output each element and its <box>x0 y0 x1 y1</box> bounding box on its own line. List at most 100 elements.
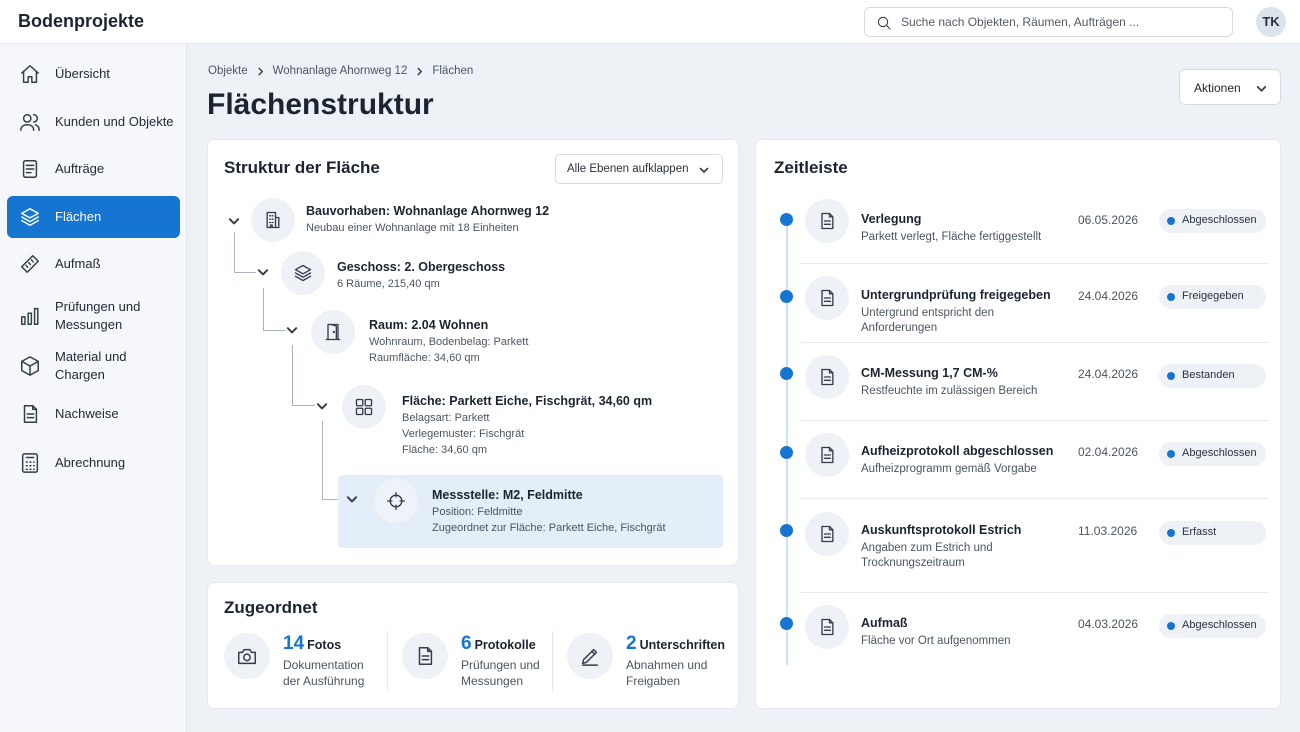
search-input[interactable] <box>901 8 1226 36</box>
tree-node-messstelle[interactable]: Messstelle: M2, Feldmitte Position: Feld… <box>432 487 666 536</box>
divider <box>801 263 1269 264</box>
timeline-item-desc: Parkett verlegt, Fläche fertiggestellt <box>861 231 1042 243</box>
timeline-icon <box>805 605 849 649</box>
structure-card: Struktur der Fläche Alle Ebenen aufklapp… <box>207 139 739 566</box>
timeline-item-desc: Aufheizprogramm gemäß Vorgabe <box>861 463 1037 475</box>
timeline-item-date: 24.04.2026 <box>1078 367 1139 381</box>
tree-node-geschoss[interactable]: Geschoss: 2. Obergeschoss 6 Räume, 215,4… <box>337 259 505 292</box>
ruler-icon <box>21 255 39 273</box>
stat-number: 14 <box>283 633 305 654</box>
stat-description: Abnahmen und Freigaben <box>626 658 708 688</box>
tree-line <box>234 232 235 272</box>
stat-headline: 2 Unterschriften <box>626 633 725 655</box>
breadcrumb: Objekte Wohnanlage Ahornweg 12 Flächen <box>208 65 473 77</box>
tree-node-bauvorhaben[interactable]: Bauvorhaben: Wohnanlage Ahornweg 12 Neub… <box>306 203 549 236</box>
node-detail: Raumfläche: 34,60 qm <box>369 352 480 364</box>
sidebar-item-material[interactable]: Material und Chargen <box>7 345 180 387</box>
tree-node-flaeche[interactable]: Fläche: Parkett Eiche, Fischgrät, 34,60 … <box>402 393 652 458</box>
timeline-item-desc: Fläche vor Ort aufgenommen <box>861 635 1011 647</box>
divider <box>801 592 1269 593</box>
actions-button[interactable]: Aktionen <box>1179 69 1281 105</box>
node-title: Bauvorhaben: Wohnanlage Ahornweg 12 <box>306 204 550 218</box>
search-icon <box>877 16 891 30</box>
document-icon <box>821 525 834 543</box>
chevron-down-icon[interactable] <box>257 266 269 278</box>
status-badge: Bestanden <box>1159 364 1266 388</box>
sidebar-item-label: Nachweise <box>55 406 119 421</box>
home-icon <box>21 65 39 83</box>
chevron-down-icon <box>1256 85 1267 92</box>
chevron-down-icon[interactable] <box>346 493 358 505</box>
chevron-right-icon <box>258 67 263 75</box>
sidebar-item-flaechen[interactable]: Flächen <box>7 196 180 238</box>
node-icon-bauvorhaben <box>251 198 295 242</box>
document-icon <box>821 212 834 230</box>
document-icon <box>821 446 834 464</box>
timeline-icon <box>805 433 849 477</box>
stat-headline: 14 Fotos <box>283 633 341 655</box>
document-icon <box>821 618 834 636</box>
document-icon <box>418 647 433 665</box>
status-badge: Freigegeben <box>1159 285 1266 309</box>
sidebar-item-label: Flächen <box>55 209 102 224</box>
calculator-icon <box>21 453 39 473</box>
sidebar-item-label: Aufmaß <box>55 256 101 271</box>
sidebar-item-label: Prüfungen und Messungen <box>55 299 141 332</box>
stat-number: 6 <box>461 633 472 654</box>
file-check-icon <box>23 405 38 423</box>
node-title: Geschoss: 2. Obergeschoss <box>337 260 506 274</box>
box-icon <box>21 356 39 376</box>
timeline-icon <box>805 276 849 320</box>
stat-number: 2 <box>626 633 637 654</box>
timeline-item-desc: Angaben zum Estrich und Trocknungszeitra… <box>861 542 993 569</box>
chevron-down-icon[interactable] <box>316 400 328 412</box>
timeline-card: Zeitleiste Verlegung Parkett verlegt, Fl… <box>755 139 1281 709</box>
sidebar-item-aufmass[interactable]: Aufmaß <box>7 243 180 285</box>
timeline-title: Zeitleiste <box>774 158 848 177</box>
timeline-dot <box>780 290 793 303</box>
node-detail: Zugeordnet zur Fläche: Parkett Eiche, Fi… <box>432 522 666 534</box>
timeline-line <box>786 215 788 665</box>
expand-all-label: Alle Ebenen aufklappen <box>567 163 689 175</box>
node-icon-geschoss <box>281 251 325 295</box>
breadcrumb-flaechen: Flächen <box>432 65 474 77</box>
user-avatar[interactable]: TK <box>1256 7 1286 37</box>
breadcrumb-objekte[interactable]: Objekte <box>208 65 248 77</box>
sidebar-item-uebersicht[interactable]: Übersicht <box>7 53 180 95</box>
pen-icon <box>581 648 599 666</box>
status-dot <box>1167 372 1175 380</box>
status-badge: Abgeschlossen <box>1159 442 1266 466</box>
sidebar-item-auftraege[interactable]: Aufträge <box>7 148 180 190</box>
timeline-dot <box>780 446 793 459</box>
status-dot <box>1167 293 1175 301</box>
timeline-dot <box>780 213 793 226</box>
building-icon <box>266 211 280 229</box>
sidebar-item-label: Material und Chargen <box>55 349 127 382</box>
tree-line <box>234 272 256 273</box>
door-icon <box>325 323 341 341</box>
crosshair-icon <box>387 492 405 510</box>
layers-icon <box>21 208 39 226</box>
timeline-item-title: CM-Messung 1,7 CM-% <box>861 366 998 380</box>
sidebar-item-pruefungen[interactable]: Prüfungen und Messungen <box>7 295 180 337</box>
chevron-down-icon[interactable] <box>228 215 240 227</box>
search-box[interactable] <box>864 7 1233 37</box>
timeline-item-date: 04.03.2026 <box>1078 617 1139 631</box>
tree-line <box>292 405 315 406</box>
tree-node-raum[interactable]: Raum: 2.04 Wohnen Wohnraum, Bodenbelag: … <box>369 317 528 366</box>
node-detail: Neubau einer Wohnanlage mit 18 Einheiten <box>306 222 519 234</box>
chevron-down-icon[interactable] <box>286 324 298 336</box>
status-text: Freigegeben <box>1182 290 1244 302</box>
sidebar-item-abrechnung[interactable]: Abrechnung <box>7 442 180 484</box>
timeline-item-date: 06.05.2026 <box>1078 213 1139 227</box>
breadcrumb-wohnanlage[interactable]: Wohnanlage Ahornweg 12 <box>273 65 408 77</box>
stat-label: Unterschriften <box>639 638 726 652</box>
grid-icon <box>355 398 373 416</box>
chevron-down-icon <box>699 167 709 173</box>
sidebar-item-kunden[interactable]: Kunden und Objekte <box>7 101 180 143</box>
expand-all-button[interactable]: Alle Ebenen aufklappen <box>555 154 723 184</box>
sidebar-item-nachweise[interactable]: Nachweise <box>7 393 180 435</box>
assigned-title: Zugeordnet <box>224 598 318 617</box>
status-dot <box>1167 217 1175 225</box>
actions-label: Aktionen <box>1194 81 1241 95</box>
